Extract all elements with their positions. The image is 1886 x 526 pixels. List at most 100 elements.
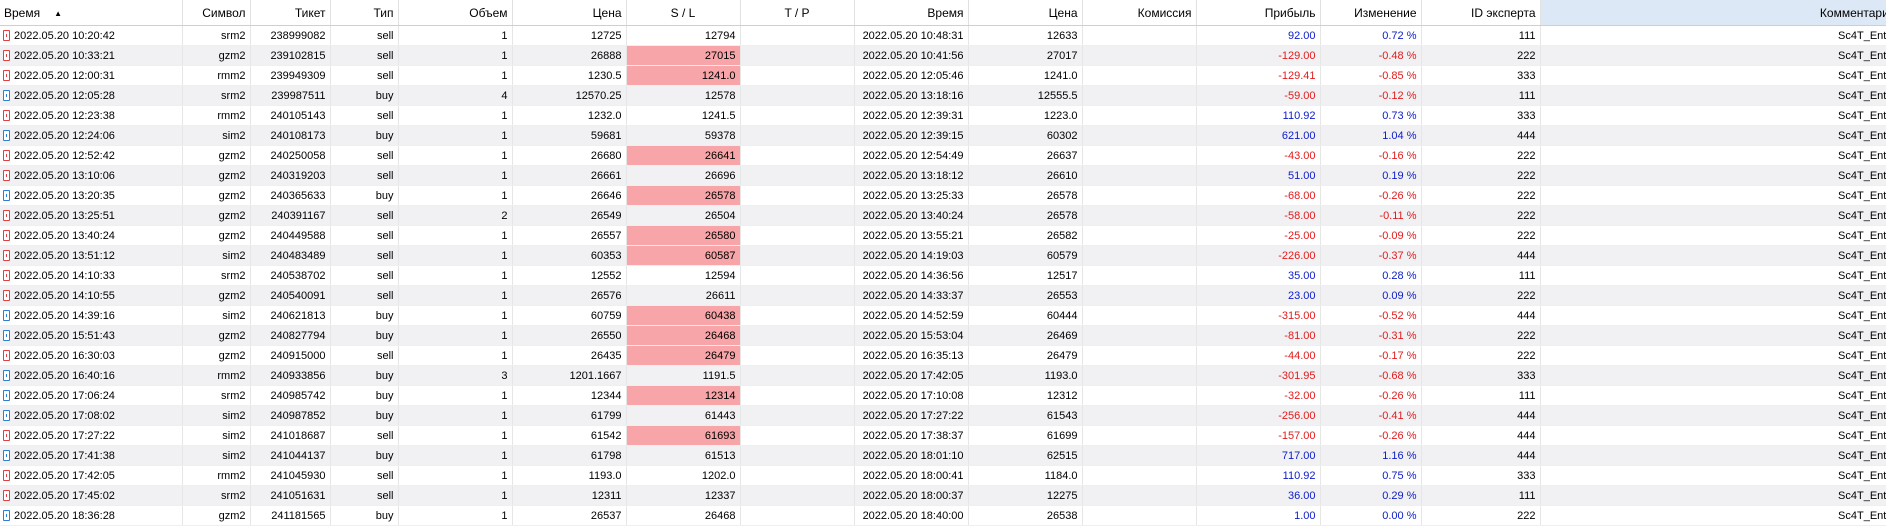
column-header-price[interactable]: Цена (512, 0, 627, 26)
table-row[interactable]: 2022.05.20 13:10:06 gzm2 240319203 sell 1 266… (0, 165, 1886, 186)
cell-close-price: 60302 (968, 125, 1083, 146)
column-header-volume[interactable]: Объем (398, 0, 513, 26)
table-row[interactable]: 2022.05.20 17:41:38 sim2 241044137 buy 1 6179… (0, 445, 1886, 466)
cell-value: -68.00 (1284, 189, 1316, 202)
column-header-symbol[interactable]: Символ (182, 0, 251, 26)
cell-change: -0.09 % (1320, 225, 1422, 246)
column-header-close-time[interactable]: Время (854, 0, 969, 26)
cell-comment: Sc4T_Entry (1540, 485, 1886, 506)
cell-open-time: 2022.05.20 10:20:42 (0, 25, 183, 46)
cell-value: 241018687 (270, 429, 326, 442)
column-header-ticket[interactable]: Тикет (250, 0, 331, 26)
cell-value: 110.92 (1282, 469, 1316, 482)
cell-value: -0.52 % (1378, 309, 1417, 322)
cell-close-price: 12312 (968, 385, 1083, 406)
table-row[interactable]: 2022.05.20 13:25:51 gzm2 240391167 sell 2 265… (0, 205, 1886, 226)
cell-value: rmm2 (217, 369, 246, 382)
column-header-close-price[interactable]: Цена (968, 0, 1083, 26)
cell-value: buy (375, 389, 394, 402)
table-row[interactable]: 2022.05.20 17:45:02 srm2 241051631 sell 1 123… (0, 485, 1886, 506)
table-row[interactable]: 2022.05.20 16:30:03 gzm2 240915000 sell 1 264… (0, 345, 1886, 366)
cell-profit: -129.41 (1196, 65, 1321, 86)
sell-deal-icon (3, 109, 10, 121)
cell-close-time: 2022.05.20 14:19:03 (854, 245, 969, 266)
table-row[interactable]: 2022.05.20 18:36:28 gzm2 241181565 buy 1 2653… (0, 505, 1886, 526)
cell-sl: 26504 (626, 205, 741, 226)
sell-deal-icon (3, 209, 10, 221)
table-row[interactable]: 2022.05.20 12:52:42 gzm2 240250058 sell 1 266… (0, 145, 1886, 166)
column-header-profit[interactable]: Прибыль (1196, 0, 1321, 26)
cell-value: 2022.05.20 14:36:56 (862, 269, 964, 282)
cell-close-price: 62515 (968, 445, 1083, 466)
buy-deal-icon (3, 329, 10, 341)
table-row[interactable]: 2022.05.20 14:10:33 srm2 240538702 sell 1 125… (0, 265, 1886, 286)
cell-volume: 1 (398, 505, 513, 526)
sell-deal-icon (3, 289, 10, 301)
cell-value: 333 (1517, 469, 1536, 482)
cell-value: 111 (1518, 389, 1536, 402)
table-row[interactable]: 2022.05.20 13:40:24 gzm2 240449588 sell 1 265… (0, 225, 1886, 246)
column-header-change[interactable]: Изменение (1320, 0, 1422, 26)
table-row[interactable]: 2022.05.20 16:40:16 rmm2 240933856 buy 3 1201… (0, 365, 1886, 386)
table-row[interactable]: 2022.05.20 15:51:43 gzm2 240827794 buy 1 2655… (0, 325, 1886, 346)
cell-value: 27015 (704, 49, 736, 62)
column-header-expert-id[interactable]: ID эксперта (1421, 0, 1541, 26)
cell-close-price: 26578 (968, 205, 1083, 226)
column-header-comment[interactable]: Комментарий (1540, 0, 1886, 26)
table-row[interactable]: 2022.05.20 12:24:06 sim2 240108173 buy 1 5968… (0, 125, 1886, 146)
cell-value: 2022.05.20 13:25:33 (862, 189, 964, 202)
cell-symbol: sim2 (182, 445, 251, 466)
column-header-tp[interactable]: T / P (740, 0, 855, 26)
table-row[interactable]: 2022.05.20 12:23:38 rmm2 240105143 sell 1 123… (0, 105, 1886, 126)
cell-value: 240540091 (270, 289, 326, 302)
column-header-commission[interactable]: Комиссия (1082, 0, 1197, 26)
buy-deal-icon (3, 509, 10, 521)
cell-value: -129.00 (1278, 49, 1316, 62)
column-header-type[interactable]: Тип (330, 0, 399, 26)
cell-change: 0.72 % (1320, 25, 1422, 46)
cell-value: 240538702 (270, 269, 326, 282)
buy-deal-icon (3, 129, 10, 141)
cell-value: 2022.05.20 12:23:38 (14, 109, 115, 122)
cell-value: 1 (501, 389, 508, 402)
table-row[interactable]: 2022.05.20 10:20:42 srm2 238999082 sell 1 127… (0, 25, 1886, 46)
table-row[interactable]: 2022.05.20 13:51:12 sim2 240483489 sell 1 603… (0, 245, 1886, 266)
cell-value: 26553 (1046, 289, 1078, 302)
table-row[interactable]: 2022.05.20 10:33:21 gzm2 239102815 sell 1 268… (0, 45, 1886, 66)
sell-deal-icon (3, 169, 10, 181)
table-row[interactable]: 2022.05.20 17:27:22 sim2 241018687 sell 1 615… (0, 425, 1886, 446)
cell-value: 2022.05.20 17:42:05 (14, 469, 115, 482)
cell-price: 26435 (512, 345, 627, 366)
cell-value: sim2 (222, 409, 246, 422)
table-row[interactable]: 2022.05.20 12:05:28 srm2 239987511 buy 4 1257… (0, 85, 1886, 106)
cell-ticket: 240365633 (250, 185, 331, 206)
cell-volume: 3 (398, 365, 513, 386)
column-header-open-time[interactable]: Время ▲ (0, 0, 183, 26)
cell-value: 12344 (590, 389, 622, 402)
cell-change: 1.16 % (1320, 445, 1422, 466)
column-header-sl[interactable]: S / L (626, 0, 741, 26)
table-row[interactable]: 2022.05.20 14:39:16 sim2 240621813 buy 1 6075… (0, 305, 1886, 326)
table-row[interactable]: 2022.05.20 14:10:55 gzm2 240540091 sell 1 265… (0, 285, 1886, 306)
cell-value: 2022.05.20 16:30:03 (14, 349, 115, 362)
cell-value: 3 (501, 369, 508, 382)
cell-value: 1 (501, 509, 508, 522)
cell-value: 12578 (704, 89, 736, 102)
cell-profit: -32.00 (1196, 385, 1321, 406)
cell-volume: 1 (398, 465, 513, 486)
cell-type: buy (330, 325, 399, 346)
cell-value: sim2 (222, 129, 246, 142)
table-row[interactable]: 2022.05.20 17:42:05 rmm2 241045930 sell 1 119… (0, 465, 1886, 486)
cell-open-time: 2022.05.20 13:10:06 (0, 165, 183, 186)
table-row[interactable]: 2022.05.20 12:00:31 rmm2 239949309 sell 1 123… (0, 65, 1886, 86)
cell-value: 444 (1517, 449, 1536, 462)
cell-value: -157.00 (1278, 429, 1316, 442)
table-row[interactable]: 2022.05.20 13:20:35 gzm2 240365633 buy 1 2664… (0, 185, 1886, 206)
cell-value: 60302 (1046, 129, 1078, 142)
cell-value: 111 (1518, 29, 1536, 42)
table-row[interactable]: 2022.05.20 17:06:24 srm2 240985742 buy 1 1234… (0, 385, 1886, 406)
cell-sl: 26479 (626, 345, 741, 366)
table-row[interactable]: 2022.05.20 17:08:02 sim2 240987852 buy 1 6179… (0, 405, 1886, 426)
cell-value: buy (375, 369, 394, 382)
cell-open-time: 2022.05.20 13:51:12 (0, 245, 183, 266)
